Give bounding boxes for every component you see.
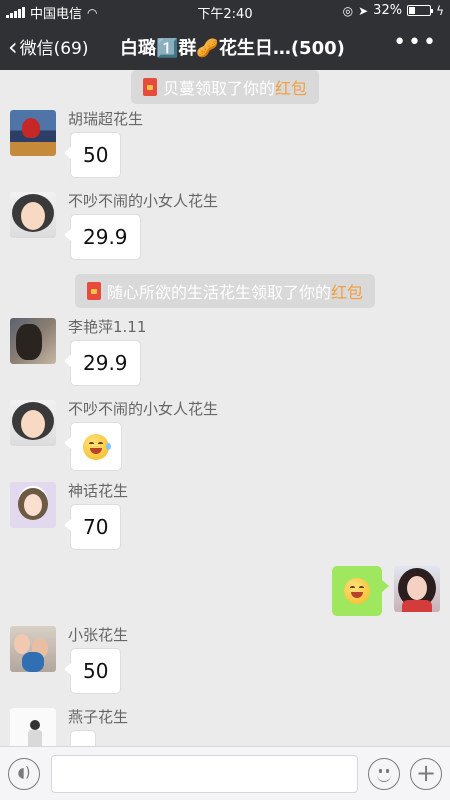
voice-icon[interactable]: ◖) [8, 758, 40, 790]
red-packet-icon [86, 282, 101, 300]
avatar[interactable] [10, 192, 56, 238]
system-user: 随心所欲的生活花生 [106, 283, 251, 302]
red-packet-link[interactable]: 红包 [331, 283, 363, 302]
chat-title: 白璐1️⃣群🥜花生日…(500) [120, 38, 345, 59]
charging-icon: ϟ [436, 3, 444, 18]
message-input[interactable] [51, 755, 358, 793]
avatar[interactable] [10, 400, 56, 446]
plus-icon[interactable]: + [410, 758, 442, 790]
sender-name: 不吵不闹的小女人花生 [68, 400, 219, 418]
input-bar: ◖) + [0, 746, 450, 800]
system-user: 贝蔓 [162, 79, 195, 98]
laughing-tears-emoji-icon [83, 433, 111, 460]
red-packet-icon [142, 78, 157, 96]
avatar[interactable] [10, 708, 56, 746]
back-label: 微信(69) [19, 39, 89, 59]
avatar[interactable] [10, 318, 56, 364]
sender-name: 胡瑞超花生 [68, 110, 144, 128]
battery-percent: 32% [373, 3, 403, 18]
message-bubble[interactable]: 29.9 [64, 340, 141, 386]
smile-emoji-icon [344, 578, 370, 604]
battery-icon [407, 5, 434, 16]
emoji-icon[interactable] [368, 758, 400, 790]
avatar[interactable] [10, 482, 56, 528]
nav-bar: ‹ 微信(69) 白璐1️⃣群🥜花生日…(500) ••• [0, 22, 450, 70]
status-right: ◎ ➤ 32% ϟ [343, 3, 444, 18]
sender-name: 燕子花生 [68, 708, 129, 726]
system-pill: 贝蔓领取了你的红包 [130, 70, 320, 104]
message-bubble[interactable]: 50 [63, 132, 122, 178]
alarm-icon: ◎ [342, 3, 354, 18]
status-bar: 中国电信 ◠ 下午2:40 ◎ ➤ 32% ϟ [0, 0, 450, 22]
more-icon[interactable]: ••• [393, 30, 438, 55]
message-bubble[interactable] [64, 422, 122, 471]
message-bubble[interactable]: 50 [63, 648, 122, 694]
chat-area[interactable]: 贝蔓领取了你的红包 胡瑞超花生 50 不吵不闹的小女人花生 29.9 随心所欲的… [0, 70, 450, 746]
system-notice-1: 贝蔓领取了你的红包 [0, 70, 450, 104]
sender-name: 不吵不闹的小女人花生 [68, 192, 219, 210]
system-text: 领取了你的 [250, 283, 331, 302]
back-button[interactable]: ‹ 微信(69) [8, 32, 89, 61]
system-notice-2: 随心所欲的生活花生领取了你的红包 [0, 274, 450, 308]
red-packet-link[interactable]: 红包 [275, 79, 307, 98]
avatar[interactable] [394, 566, 440, 612]
message-bubble[interactable]: 29.9 [64, 214, 141, 260]
chevron-left-icon: ‹ [8, 32, 18, 61]
avatar[interactable] [10, 626, 56, 672]
location-icon: ➤ [358, 3, 369, 18]
system-text: 领取了你的 [194, 79, 275, 98]
sender-name: 小张花生 [68, 626, 129, 644]
avatar[interactable] [10, 110, 56, 156]
sender-name: 神话花生 [68, 482, 129, 500]
sender-name: 李艳萍1.11 [68, 318, 147, 336]
message-bubble[interactable] [64, 730, 96, 746]
message-bubble[interactable]: 70 [63, 504, 122, 550]
system-pill: 随心所欲的生活花生领取了你的红包 [74, 274, 376, 308]
outgoing-bubble[interactable] [332, 566, 389, 616]
